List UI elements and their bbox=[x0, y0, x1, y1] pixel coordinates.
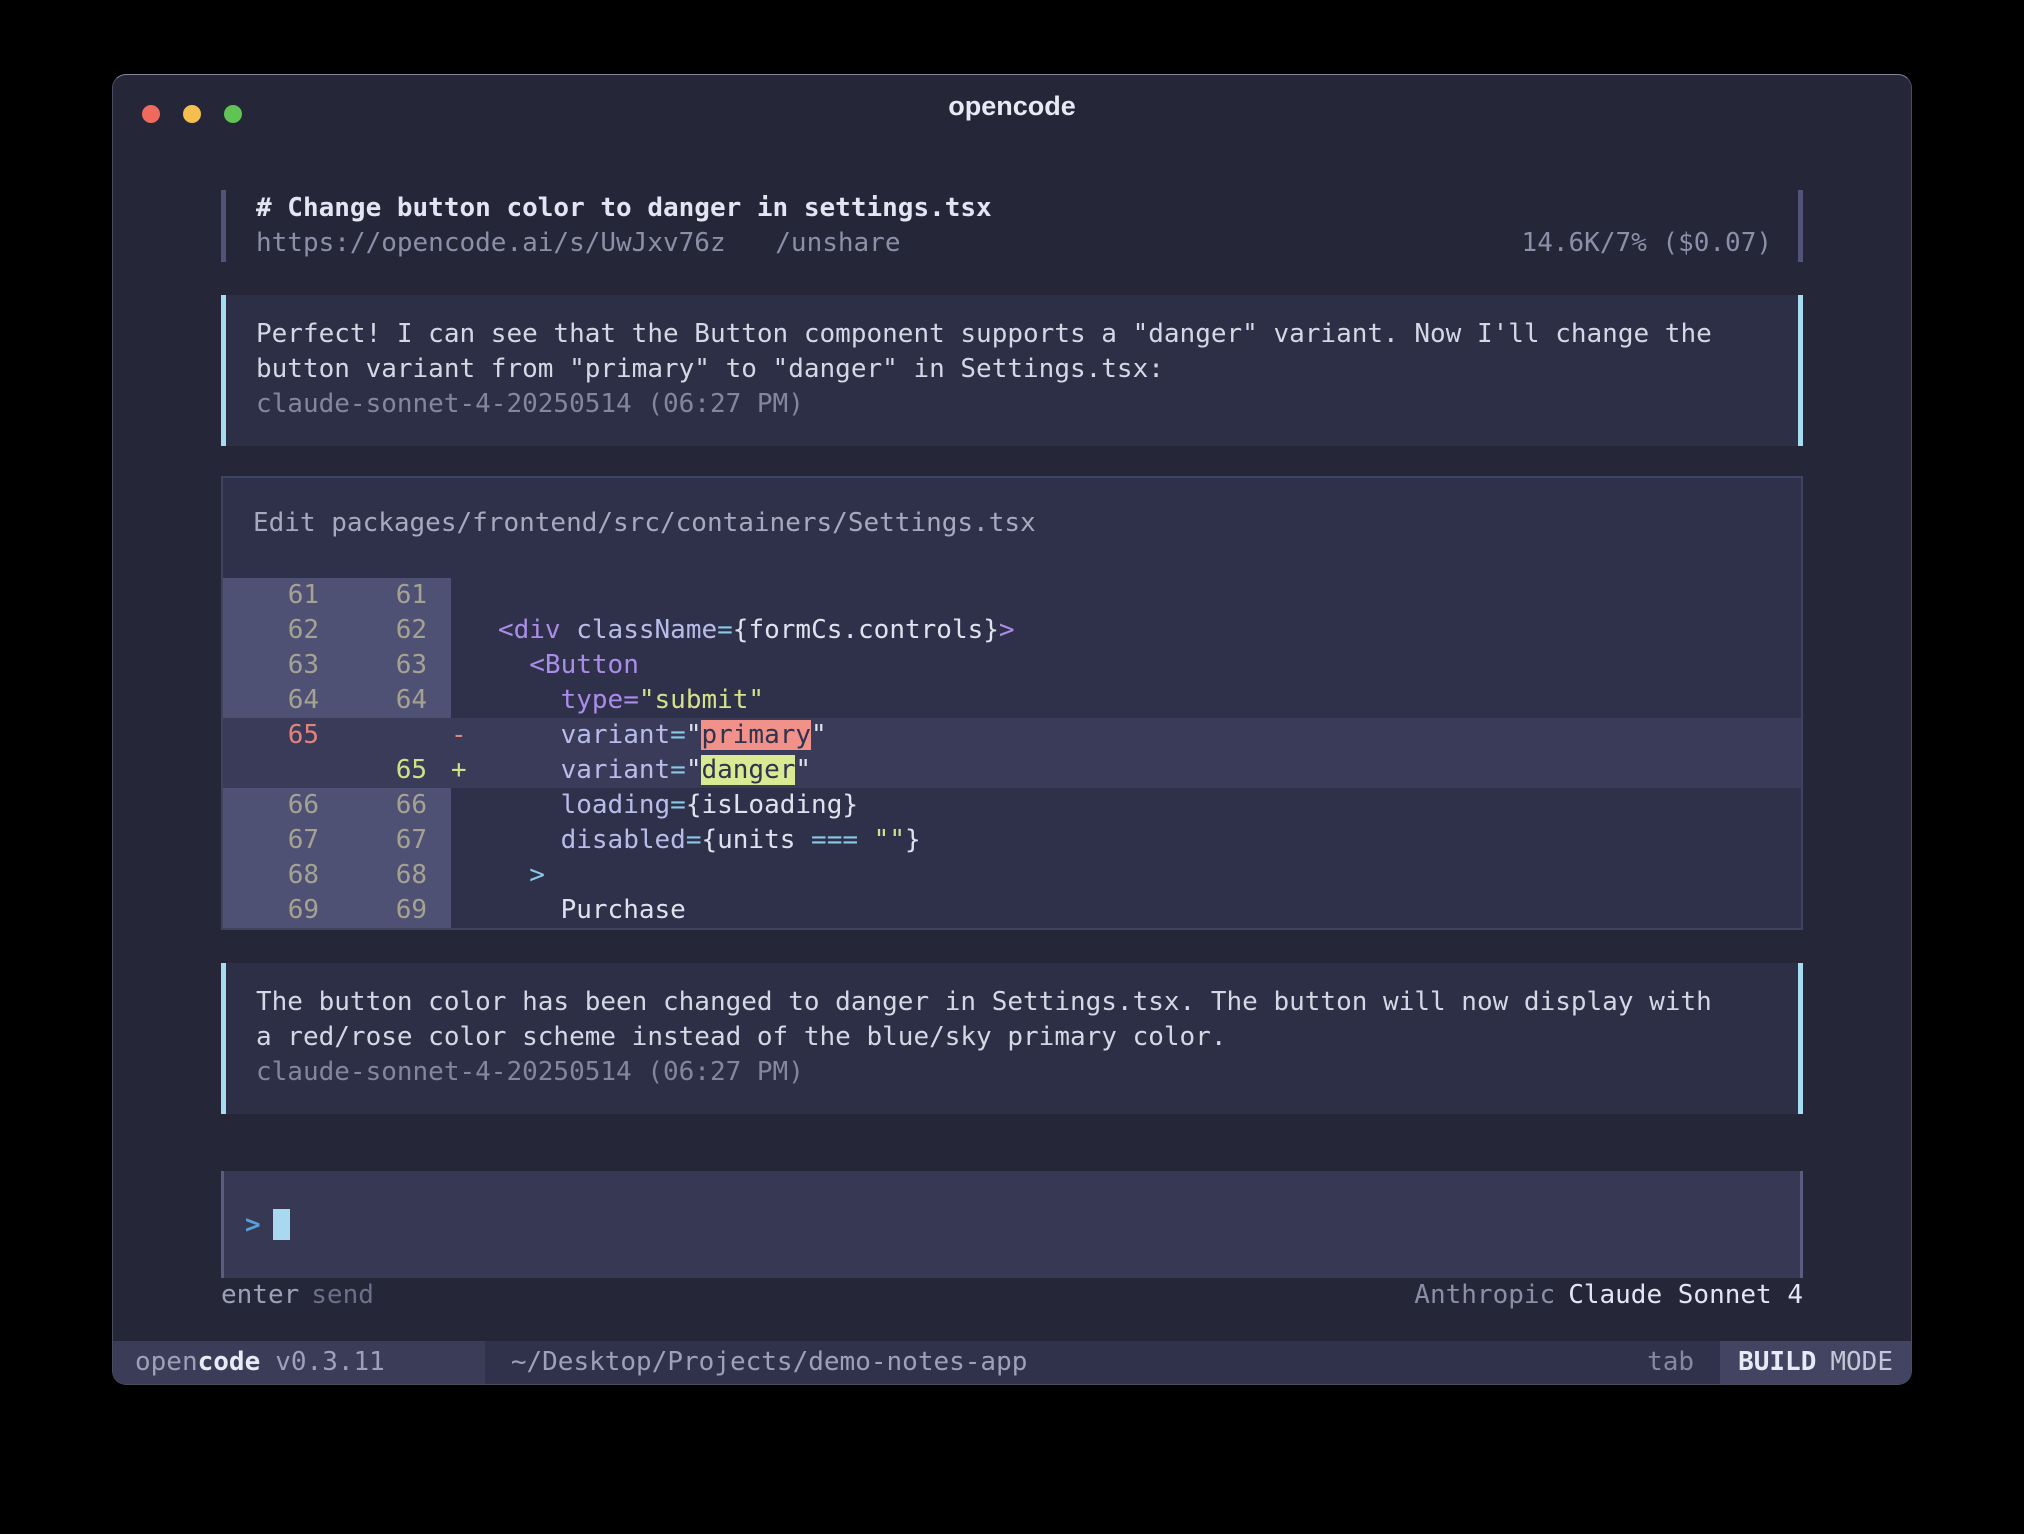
assistant-message-2-text: The button color has been changed to dan… bbox=[256, 985, 1772, 1055]
old-line-number: 64 bbox=[223, 683, 333, 718]
working-directory: ~/Desktop/Projects/demo-notes-app bbox=[511, 1341, 1028, 1384]
assistant-message-2: The button color has been changed to dan… bbox=[221, 963, 1803, 1114]
diff-code-line bbox=[451, 578, 1801, 613]
maximize-window-button[interactable] bbox=[224, 105, 242, 123]
mode-toggle-badge[interactable]: BUILD MODE bbox=[1720, 1341, 1911, 1384]
window-title: opencode bbox=[113, 75, 1911, 122]
mode-build-label: BUILD bbox=[1738, 1347, 1816, 1377]
diff-code-line: loading={isLoading} bbox=[451, 788, 1801, 823]
old-line-number: 67 bbox=[223, 823, 333, 858]
enter-hint: enter send bbox=[221, 1278, 374, 1313]
app-name-code: code bbox=[198, 1347, 261, 1377]
diff-row: 6161 bbox=[223, 578, 1801, 613]
prompt-input[interactable]: > bbox=[221, 1171, 1803, 1278]
desktop-background: opencode # Change button color to danger… bbox=[0, 0, 2024, 1534]
old-line-number bbox=[223, 753, 333, 788]
diff-code-line: + variant="danger" bbox=[451, 753, 1801, 788]
assistant-message-1-model-meta: claude-sonnet-4-20250514 (06:27 PM) bbox=[256, 387, 1772, 422]
new-line-number: 62 bbox=[333, 613, 451, 648]
diff-row: 6363 <Button bbox=[223, 648, 1801, 683]
session-title: # Change button color to danger in setti… bbox=[256, 191, 1772, 226]
new-line-number bbox=[333, 718, 451, 753]
diff-code-line: Purchase bbox=[451, 893, 1801, 928]
diff-row: 6666 loading={isLoading} bbox=[223, 788, 1801, 823]
new-line-number: 64 bbox=[333, 683, 451, 718]
app-version-badge: opencode v0.3.11 bbox=[113, 1341, 485, 1384]
share-url-link[interactable]: https://opencode.ai/s/UwJxv76z bbox=[256, 228, 726, 258]
edit-tool-card: Edit packages/frontend/src/containers/Se… bbox=[221, 476, 1803, 930]
traffic-lights bbox=[142, 105, 265, 123]
new-line-number: 69 bbox=[333, 893, 451, 928]
token-usage: 14.6K/7% ($0.07) bbox=[1522, 226, 1772, 261]
assistant-message-1-text: Perfect! I can see that the Button compo… bbox=[256, 317, 1772, 387]
old-line-number: 66 bbox=[223, 788, 333, 823]
old-line-number: 62 bbox=[223, 613, 333, 648]
old-line-number: 65 bbox=[223, 718, 333, 753]
diff-code-line: type="submit" bbox=[451, 683, 1801, 718]
new-line-number: 68 bbox=[333, 858, 451, 893]
diff-row: 6767 disabled={units === ""} bbox=[223, 823, 1801, 858]
session-content: # Change button color to danger in setti… bbox=[113, 190, 1911, 1313]
diff-row: 65 - variant="primary" bbox=[223, 718, 1801, 753]
diff-row: 65+ variant="danger" bbox=[223, 753, 1801, 788]
old-line-number: 69 bbox=[223, 893, 333, 928]
close-window-button[interactable] bbox=[142, 105, 160, 123]
edit-tool-title: Edit packages/frontend/src/containers/Se… bbox=[223, 478, 1801, 541]
diff-code-line: <div className={formCs.controls}> bbox=[451, 613, 1801, 648]
old-line-number: 68 bbox=[223, 858, 333, 893]
mode-mode-label: MODE bbox=[1830, 1347, 1893, 1377]
share-url-row: https://opencode.ai/s/UwJxv76z /unshare bbox=[256, 226, 901, 261]
prompt-chevron: > bbox=[245, 1210, 261, 1240]
assistant-message-2-model-meta: claude-sonnet-4-20250514 (06:27 PM) bbox=[256, 1055, 1772, 1090]
status-bar: opencode v0.3.11 ~/Desktop/Projects/demo-… bbox=[113, 1341, 1911, 1384]
diff-row: 6262 <div className={formCs.controls}> bbox=[223, 613, 1801, 648]
new-line-number: 66 bbox=[333, 788, 451, 823]
diff-row: 6464 type="submit" bbox=[223, 683, 1801, 718]
app-version: v0.3.11 bbox=[275, 1347, 385, 1377]
new-line-number: 67 bbox=[333, 823, 451, 858]
text-cursor bbox=[273, 1209, 290, 1240]
diff-code-line: > bbox=[451, 858, 1801, 893]
send-action-label: send bbox=[311, 1280, 374, 1310]
diff-view: 61616262 <div className={formCs.controls… bbox=[223, 578, 1801, 928]
new-line-number: 65 bbox=[333, 753, 451, 788]
session-subheader: https://opencode.ai/s/UwJxv76z /unshare … bbox=[256, 226, 1772, 261]
diff-code-line: - variant="primary" bbox=[451, 718, 1801, 753]
diff-row: 6868 > bbox=[223, 858, 1801, 893]
diff-code-line: <Button bbox=[451, 648, 1801, 683]
diff-code-line: disabled={units === ""} bbox=[451, 823, 1801, 858]
minimize-window-button[interactable] bbox=[183, 105, 201, 123]
unshare-command[interactable]: /unshare bbox=[775, 228, 900, 258]
model-indicator: Anthropic Claude Sonnet 4 bbox=[1414, 1278, 1803, 1313]
model-name-label: Claude Sonnet 4 bbox=[1568, 1280, 1803, 1310]
diff-row: 6969 Purchase bbox=[223, 893, 1801, 928]
new-line-number: 61 bbox=[333, 578, 451, 613]
old-line-number: 63 bbox=[223, 648, 333, 683]
status-bar-right: tab BUILD MODE bbox=[1647, 1341, 1911, 1384]
app-name-open: open bbox=[135, 1347, 198, 1377]
enter-key-label: enter bbox=[221, 1280, 299, 1310]
session-header: # Change button color to danger in setti… bbox=[221, 190, 1803, 262]
opencode-window: opencode # Change button color to danger… bbox=[112, 74, 1912, 1385]
new-line-number: 63 bbox=[333, 648, 451, 683]
assistant-message-1: Perfect! I can see that the Button compo… bbox=[221, 295, 1803, 446]
window-titlebar: opencode bbox=[113, 75, 1911, 137]
provider-label: Anthropic bbox=[1414, 1280, 1555, 1310]
tab-key-hint: tab bbox=[1647, 1341, 1694, 1384]
old-line-number: 61 bbox=[223, 578, 333, 613]
input-hints-row: enter send Anthropic Claude Sonnet 4 bbox=[221, 1278, 1803, 1313]
status-bar-left: opencode v0.3.11 ~/Desktop/Projects/demo-… bbox=[113, 1341, 1027, 1384]
